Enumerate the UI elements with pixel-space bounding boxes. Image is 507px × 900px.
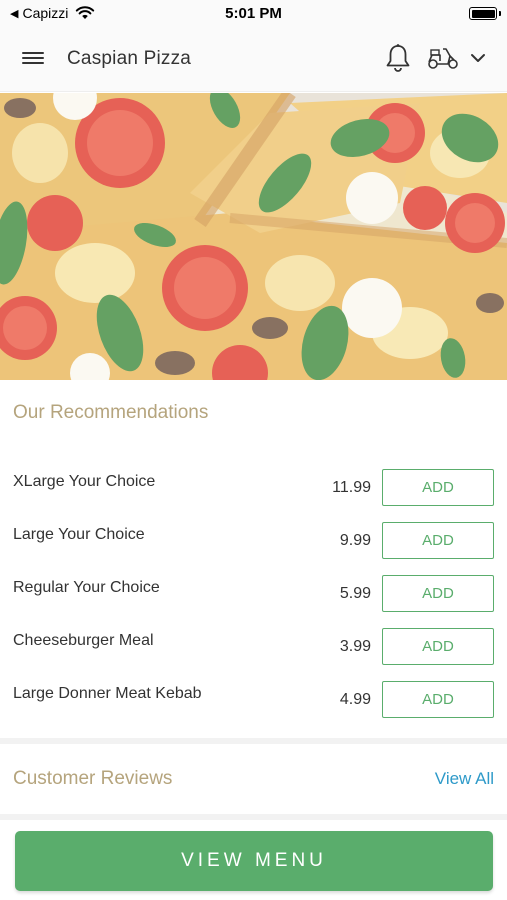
status-bar: ◀ Capizzi 5:01 PM	[0, 0, 507, 26]
battery-level	[471, 9, 495, 18]
list-item: Large Donner Meat Kebab 4.99 ADD	[0, 681, 507, 734]
restaurant-title: Caspian Pizza	[67, 48, 192, 69]
item-name: Large Donner Meat Kebab	[13, 685, 202, 702]
add-button[interactable]: ADD	[382, 681, 494, 718]
list-item: Regular Your Choice 5.99 ADD	[0, 575, 507, 628]
add-button[interactable]: ADD	[382, 575, 494, 612]
reviews-section: Customer Reviews View All	[0, 744, 507, 814]
item-name: XLarge Your Choice	[13, 473, 156, 490]
bottom-bar: VIEW MENU	[0, 820, 507, 900]
add-button[interactable]: ADD	[382, 628, 494, 665]
add-button[interactable]: ADD	[382, 469, 494, 506]
item-price: 9.99	[339, 532, 371, 549]
item-price: 3.99	[339, 638, 371, 655]
reviews-title: Customer Reviews	[13, 768, 173, 789]
menu-icon[interactable]	[20, 47, 46, 71]
item-name: Regular Your Choice	[13, 579, 160, 596]
pizza-photo	[0, 93, 507, 380]
list-item: Large Your Choice 9.99 ADD	[0, 522, 507, 575]
view-all-link[interactable]: View All	[435, 769, 494, 789]
list-item: Cheeseburger Meal 3.99 ADD	[0, 628, 507, 681]
status-time: 5:01 PM	[225, 5, 282, 22]
add-button[interactable]: ADD	[382, 522, 494, 559]
recommendations-title: Our Recommendations	[13, 402, 209, 423]
item-name: Large Your Choice	[13, 526, 145, 543]
chevron-down-icon[interactable]	[467, 48, 489, 68]
scooter-icon[interactable]	[426, 45, 460, 71]
item-price: 11.99	[332, 479, 371, 496]
view-menu-button[interactable]: VIEW MENU	[15, 831, 493, 891]
item-price: 4.99	[339, 691, 371, 708]
item-name: Cheeseburger Meal	[13, 632, 154, 649]
recommendations-section: Our Recommendations XLarge Your Choice 1…	[0, 380, 507, 738]
item-price: 5.99	[339, 585, 371, 602]
hero-pizza-image	[0, 93, 507, 380]
nav-bar: Caspian Pizza	[0, 26, 507, 92]
bell-icon[interactable]	[384, 43, 412, 73]
list-item: XLarge Your Choice 11.99 ADD	[0, 469, 507, 522]
battery-icon	[469, 7, 501, 20]
